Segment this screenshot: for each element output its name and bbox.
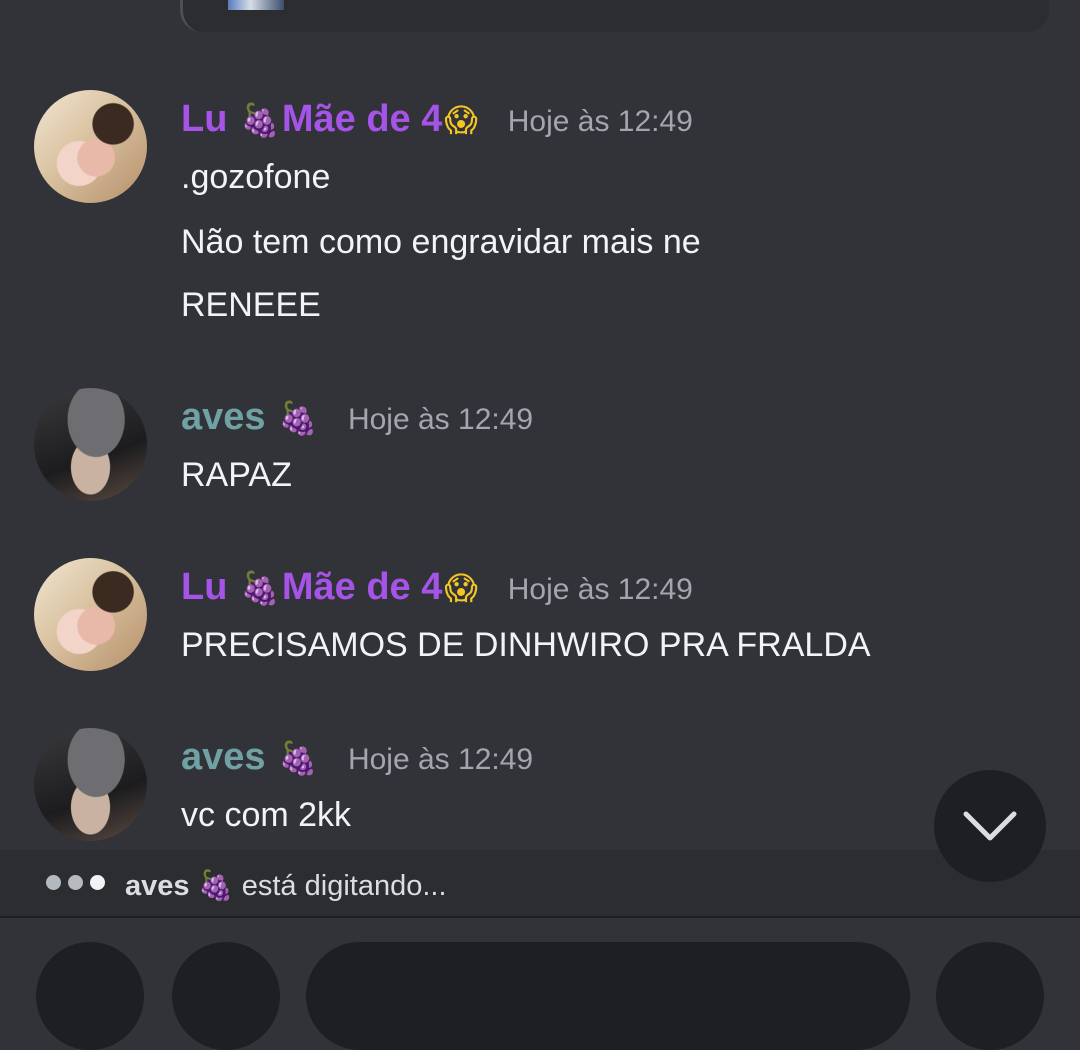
message-text: RENEEE (181, 286, 321, 324)
author-name[interactable]: aves 🍇 (181, 736, 320, 779)
timestamp: Hoje às 12:49 (347, 743, 534, 776)
message-header: Lu 🍇Mãe de 4😱 Hoje às 12:49 (181, 98, 693, 141)
timestamp: Hoje às 12:49 (507, 573, 693, 606)
jump-to-latest-button[interactable] (934, 770, 1046, 882)
author-name[interactable]: aves 🍇 (181, 396, 320, 439)
embed-thumbnail[interactable] (228, 0, 284, 10)
grapes-emoji: 🍇 (240, 102, 280, 138)
avatar[interactable] (34, 388, 147, 501)
message-header: aves 🍇 Hoje às 12:49 (181, 396, 533, 439)
author-name[interactable]: Lu 🍇Mãe de 4😱 (181, 98, 480, 141)
avatar[interactable] (34, 90, 147, 203)
message-text: RAPAZ (181, 456, 292, 494)
typing-indicator: aves 🍇 está digitando... (0, 850, 1080, 918)
scream-emoji: 😱 (444, 570, 478, 606)
add-attachment-button[interactable] (36, 942, 144, 1050)
author-name[interactable]: Lu 🍇Mãe de 4😱 (181, 566, 480, 609)
apps-button[interactable] (172, 942, 280, 1050)
avatar[interactable] (34, 728, 147, 841)
grapes-emoji: 🍇 (278, 400, 318, 436)
message-header: Lu 🍇Mãe de 4😱 Hoje às 12:49 (181, 566, 693, 609)
grapes-emoji: 🍇 (197, 870, 234, 902)
message-input[interactable] (306, 942, 910, 1050)
voice-button[interactable] (936, 942, 1044, 1050)
grapes-emoji: 🍇 (278, 740, 318, 776)
timestamp: Hoje às 12:49 (347, 403, 534, 436)
message-header: aves 🍇 Hoje às 12:49 (181, 736, 533, 779)
message-text: vc com 2kk (181, 796, 352, 834)
previous-message-embed[interactable] (180, 0, 1049, 32)
typing-status: está digitando... (241, 870, 447, 902)
typing-text: aves 🍇 está digitando... (125, 869, 447, 903)
message-text: Não tem como engravidar mais ne (181, 223, 701, 261)
timestamp: Hoje às 12:49 (507, 105, 693, 138)
typing-user: aves (125, 870, 190, 902)
grapes-emoji: 🍇 (240, 570, 280, 606)
typing-dots-icon (46, 875, 105, 890)
avatar[interactable] (34, 558, 147, 671)
message-text: .gozofone (181, 158, 331, 196)
message-text: PRECISAMOS DE DINHWIRO PRA FRALDA (181, 626, 871, 664)
chevron-down-icon (963, 811, 1017, 841)
scream-emoji: 😱 (444, 102, 478, 138)
composer-bar (0, 918, 1080, 1050)
